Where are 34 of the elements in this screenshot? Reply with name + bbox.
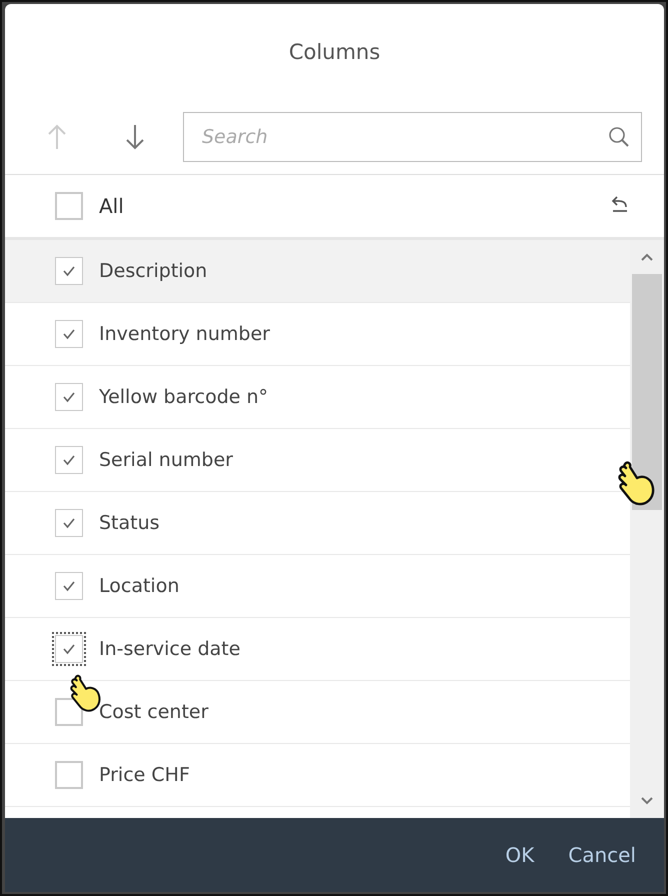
- search-icon: [608, 126, 630, 148]
- checkbox[interactable]: [55, 257, 83, 285]
- scrollbar[interactable]: [630, 240, 664, 818]
- dialog-button[interactable]: OK: [497, 837, 542, 873]
- dialog-title: Columns: [288, 40, 380, 64]
- checkmark-icon: [62, 580, 76, 592]
- checkmark-icon: [62, 517, 76, 529]
- checkbox[interactable]: [55, 320, 83, 348]
- checkmark-icon: [62, 643, 76, 655]
- search-field[interactable]: Search: [183, 112, 642, 162]
- checkmark-icon: [62, 454, 76, 466]
- arrow-down-icon: [125, 124, 145, 150]
- list-item[interactable]: Inventory number: [5, 303, 630, 366]
- dialog-button[interactable]: Cancel: [560, 837, 644, 873]
- select-all-option[interactable]: All: [55, 192, 124, 220]
- arrow-up-icon: [47, 124, 67, 150]
- checkbox[interactable]: [55, 761, 83, 789]
- checkbox[interactable]: [55, 192, 83, 220]
- list-item[interactable]: In-service date: [5, 618, 630, 681]
- list-item[interactable]: Location: [5, 555, 630, 618]
- scroll-down-icon[interactable]: [640, 796, 654, 806]
- checkmark-icon: [62, 328, 76, 340]
- list-item[interactable]: Status: [5, 492, 630, 555]
- checkbox[interactable]: [55, 572, 83, 600]
- list-item[interactable]: Description: [5, 240, 630, 303]
- checkmark-icon: [62, 391, 76, 403]
- checkbox[interactable]: [55, 509, 83, 537]
- scrollbar-thumb[interactable]: [632, 274, 662, 510]
- list-item[interactable]: Price CHF: [5, 744, 630, 807]
- checkmark-icon: [62, 265, 76, 277]
- scroll-up-icon[interactable]: [640, 252, 654, 262]
- list-item[interactable]: Yellow barcode n°: [5, 366, 630, 429]
- checkbox[interactable]: [55, 446, 83, 474]
- checkbox[interactable]: [55, 383, 83, 411]
